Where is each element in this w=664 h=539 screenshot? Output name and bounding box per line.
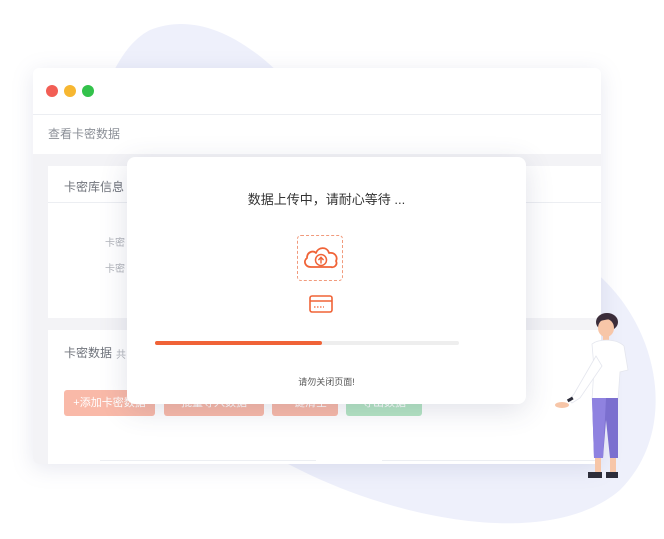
upload-progress-dialog: 数据上传中，请耐心等待 ... 请勿关闭页面! (127, 157, 526, 404)
person-illustration (555, 313, 629, 478)
dialog-title: 数据上传中，请耐心等待 ... (247, 192, 406, 207)
field-label: 卡密 (105, 264, 125, 275)
page-header: 查看卡密数据 (33, 114, 601, 154)
minimize-window-button[interactable] (64, 85, 76, 97)
card-library-info-title: 卡密库信息 (64, 180, 125, 194)
upload-progress-fill (155, 341, 323, 345)
maximize-window-button[interactable] (82, 85, 94, 97)
window-titlebar (33, 68, 601, 114)
close-window-button[interactable] (46, 85, 58, 97)
page-title: 查看卡密数据 (48, 127, 121, 141)
credit-card-icon (309, 295, 333, 313)
card-data-count: 共 (116, 350, 126, 361)
dialog-note: 请勿关闭页面! (298, 377, 355, 387)
cloud-upload-icon (297, 235, 343, 281)
field-label: 卡密 (105, 238, 125, 249)
table-divider (100, 460, 316, 461)
upload-progress-bar (155, 341, 459, 345)
card-data-title: 卡密数据 (64, 346, 113, 360)
